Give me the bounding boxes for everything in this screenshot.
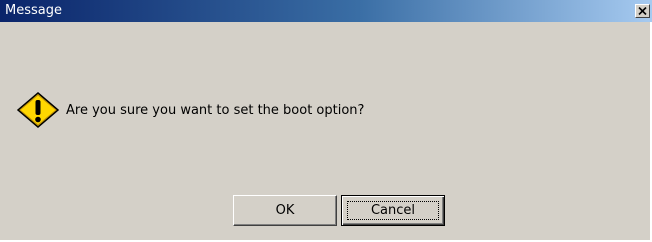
warning-icon	[17, 92, 59, 128]
close-button[interactable]	[635, 4, 650, 18]
ok-button-label: OK	[275, 203, 295, 218]
window-title: Message	[5, 3, 62, 18]
ok-button[interactable]: OK	[233, 195, 337, 226]
message-dialog: Message Are you sure you want to set the…	[0, 0, 652, 242]
close-icon	[638, 7, 647, 15]
cancel-button-label: Cancel	[370, 203, 416, 218]
dialog-message: Are you sure you want to set the boot op…	[66, 103, 365, 118]
title-bar[interactable]: Message	[0, 0, 652, 22]
cancel-button[interactable]: Cancel	[341, 195, 445, 226]
